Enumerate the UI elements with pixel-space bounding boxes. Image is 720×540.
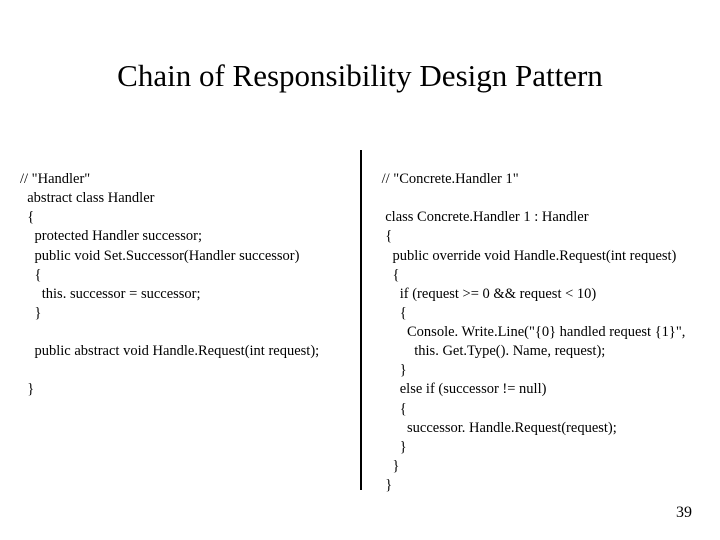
slide: Chain of Responsibility Design Pattern /…: [0, 0, 720, 540]
page-number: 39: [676, 504, 692, 522]
vertical-divider: [360, 150, 362, 490]
left-code-column: // "Handler" abstract class Handler { pr…: [20, 170, 350, 400]
slide-title: Chain of Responsibility Design Pattern: [0, 58, 720, 94]
right-code-column: // "Concrete.Handler 1" class Concrete.H…: [378, 170, 708, 495]
